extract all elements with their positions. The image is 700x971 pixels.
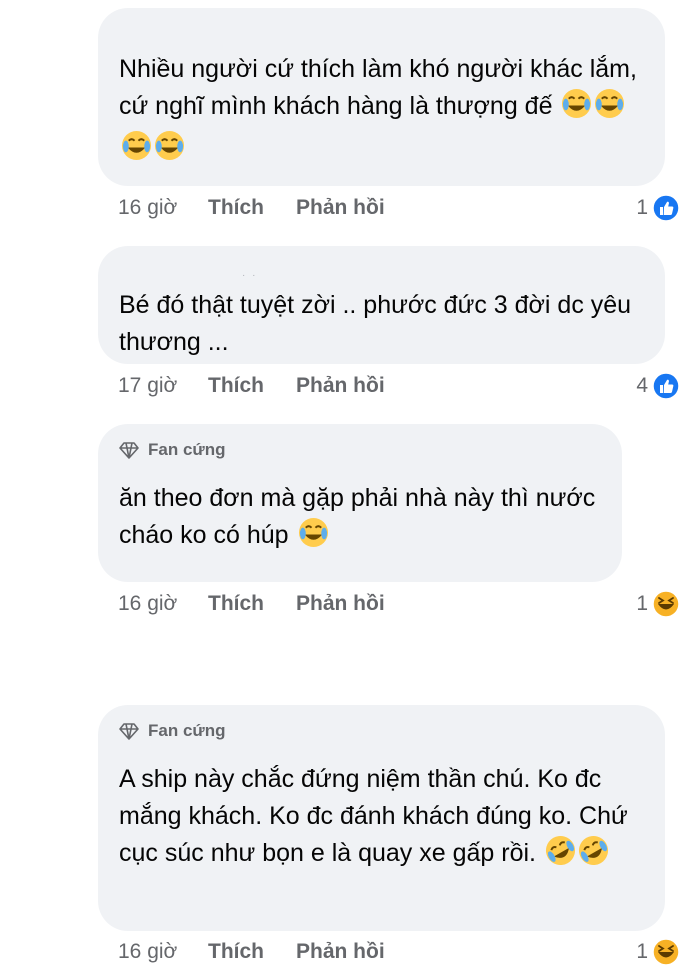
joy-emoji-icon: [594, 88, 625, 130]
reaction-summary[interactable]: 1: [636, 590, 680, 618]
top-fan-badge: Fan cứng: [119, 721, 641, 741]
reaction-summary[interactable]: 1: [636, 194, 680, 222]
rofl-emoji-icon: [545, 835, 576, 877]
reply-button[interactable]: Phản hồi: [296, 374, 385, 398]
comment-bubble: · · Bé đó thật tuyệt zời .. phước đức 3 …: [98, 246, 665, 364]
haha-icon: [652, 590, 680, 618]
reaction-summary[interactable]: 1: [636, 938, 680, 966]
like-button[interactable]: Thích: [208, 196, 296, 220]
comment-text: Bé đó thật tuyệt zời .. phước đức 3 đời …: [119, 291, 632, 356]
like-button[interactable]: Thích: [208, 374, 296, 398]
badge-label: Fan cứng: [148, 440, 226, 459]
comment-text: A ship này chắc đứng niệm thần chú. Ko đ…: [119, 761, 641, 877]
reply-button[interactable]: Phản hồi: [296, 592, 385, 616]
diamond-icon: [119, 723, 139, 740]
reaction-count: 1: [636, 592, 648, 615]
reaction-count: 1: [636, 940, 648, 963]
reaction-summary[interactable]: 4: [636, 372, 680, 400]
comment-text-line: ăn theo đơn mà gặp phải nhà này thì nước…: [119, 484, 596, 549]
comment-actions: 16 giờ Thích Phản hồi 1: [118, 587, 680, 621]
top-fan-badge: Fan cứng: [119, 440, 598, 460]
comment-timestamp[interactable]: 16 giờ: [118, 196, 208, 220]
comment-text: Nhiều người cứ thích làm khó người khác …: [119, 8, 641, 172]
reaction-count: 1: [636, 196, 648, 219]
comment-bubble: Fan cứng ăn theo đơn mà gặp phải nhà này…: [98, 424, 622, 582]
haha-icon: [652, 938, 680, 966]
reply-button[interactable]: Phản hồi: [296, 940, 385, 964]
like-button[interactable]: Thích: [208, 592, 296, 616]
joy-emoji-icon: [154, 130, 185, 172]
like-icon: [652, 372, 680, 400]
reaction-count: 4: [636, 374, 648, 397]
comment-text: ăn theo đơn mà gặp phải nhà này thì nước…: [119, 480, 598, 559]
diamond-icon: [119, 442, 139, 459]
comment-actions: 17 giờ Thích Phản hồi 4: [118, 369, 680, 403]
like-icon: [652, 194, 680, 222]
like-button[interactable]: Thích: [208, 940, 296, 964]
joy-emoji-icon: [561, 88, 592, 130]
comment-timestamp[interactable]: 17 giờ: [118, 374, 208, 398]
reply-button[interactable]: Phản hồi: [296, 196, 385, 220]
author-placeholder: · ·: [242, 270, 258, 281]
comment-text-line: Nhiều người cứ thích làm khó người khác …: [119, 55, 637, 120]
joy-emoji-icon: [121, 130, 152, 172]
comment-timestamp[interactable]: 16 giờ: [118, 592, 208, 616]
comment-actions: 16 giờ Thích Phản hồi 1: [118, 935, 680, 969]
comment-timestamp[interactable]: 16 giờ: [118, 940, 208, 964]
comment-actions: 16 giờ Thích Phản hồi 1: [118, 191, 680, 225]
comment-bubble: Fan cứng A ship này chắc đứng niệm thần …: [98, 705, 665, 931]
comment-bubble: Nhiều người cứ thích làm khó người khác …: [98, 8, 665, 186]
joy-emoji-icon: [298, 517, 329, 559]
rofl-emoji-icon: [578, 835, 609, 877]
badge-label: Fan cứng: [148, 721, 226, 740]
